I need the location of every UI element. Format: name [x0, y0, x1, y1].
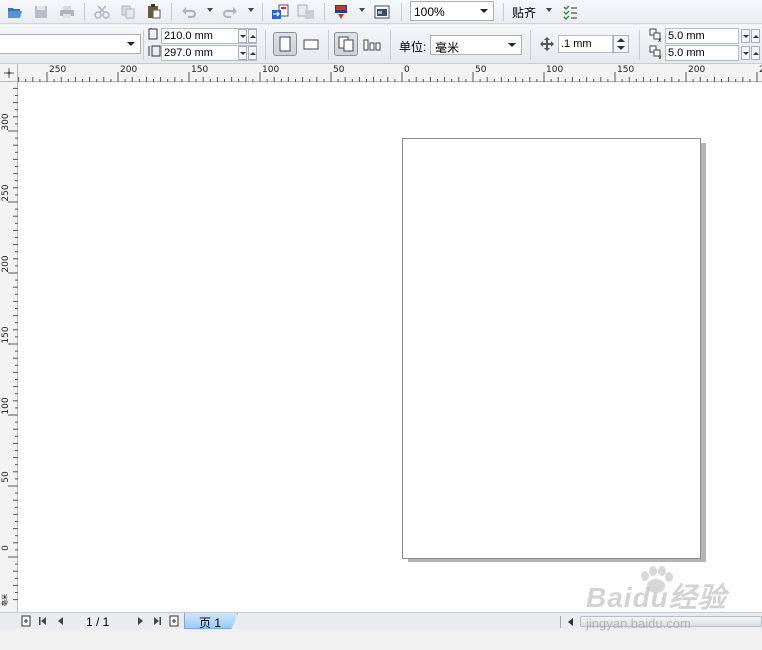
horizontal-ruler-label: 250	[49, 65, 67, 75]
paper-height-up[interactable]	[248, 46, 257, 60]
standard-toolbar: 100% 贴齐	[0, 0, 762, 24]
vertical-ruler-label: 300	[1, 113, 11, 131]
redo-icon[interactable]	[220, 2, 240, 21]
width-icon	[148, 28, 159, 43]
save-icon[interactable]	[31, 2, 51, 21]
duplicate-x-up[interactable]	[751, 29, 760, 43]
duplicate-y-up[interactable]	[751, 46, 760, 60]
nudge-distance-field[interactable]: .1 mm	[558, 35, 613, 53]
nudge-spinner[interactable]	[613, 35, 629, 53]
vertical-ruler-label: 50	[1, 471, 11, 483]
landscape-button[interactable]	[299, 32, 323, 56]
drawing-canvas[interactable]	[18, 83, 762, 612]
duplicate-distance-y-value: 5.0 mm	[668, 47, 705, 59]
horizontal-ruler-label: 0	[404, 65, 410, 75]
snap-options-icon[interactable]	[560, 2, 580, 21]
vertical-ruler-label: 150	[1, 326, 11, 344]
vertical-ruler-unit: 毫米	[2, 593, 9, 606]
application-launcher-icon[interactable]	[331, 2, 351, 21]
horizontal-ruler-label: 150	[617, 65, 635, 75]
horizontal-ruler-label: 100	[262, 65, 280, 75]
scroll-left-icon[interactable]	[564, 614, 578, 629]
duplicate-x-down[interactable]	[741, 29, 750, 43]
zoom-level-combo[interactable]: 100%	[410, 1, 494, 21]
horizontal-ruler-label: 150	[191, 65, 209, 75]
duplicate-distance-x-icon: x	[649, 28, 663, 45]
duplicate-distance-y-icon: y	[649, 45, 663, 62]
units-dropdown-arrow[interactable]	[505, 38, 519, 52]
snap-to-button-label[interactable]: 贴齐	[512, 4, 536, 21]
paper-size-dropdown-arrow[interactable]	[124, 37, 138, 51]
horizontal-ruler-label: 50	[333, 65, 345, 75]
previous-page-icon[interactable]	[54, 614, 68, 628]
duplicate-y-down[interactable]	[741, 46, 750, 60]
vertical-ruler-ticks	[8, 87, 18, 601]
horizontal-ruler[interactable]: 25020015010050050100150200250	[18, 64, 762, 82]
svg-text:y: y	[658, 54, 662, 59]
horizontal-ruler-label: 200	[688, 65, 706, 75]
vertical-ruler-label: 200	[1, 255, 11, 273]
height-icon	[147, 45, 161, 60]
svg-text:x: x	[658, 37, 662, 42]
print-icon[interactable]	[57, 2, 77, 21]
snap-dropdown-arrow[interactable]	[546, 8, 552, 12]
copy-icon[interactable]	[118, 2, 138, 21]
watermark-logo-text: Baidu经验	[586, 582, 727, 613]
duplicate-distance-x-value: 5.0 mm	[668, 30, 705, 42]
units-value: 毫米	[435, 41, 460, 55]
welcome-screen-icon[interactable]	[372, 2, 392, 21]
page-tab-1[interactable]: 页 1	[184, 613, 238, 629]
units-combo[interactable]: 毫米	[430, 35, 522, 55]
status-bar	[0, 629, 762, 650]
current-page-layout-button[interactable]	[360, 32, 384, 56]
drawing-page[interactable]	[402, 138, 701, 559]
nudge-distance-value: .1 mm	[561, 38, 592, 50]
paper-height-down[interactable]	[238, 46, 247, 60]
cut-icon[interactable]	[92, 2, 112, 21]
watermark-url: jingyan.baidu.com	[586, 616, 691, 631]
paste-icon[interactable]	[144, 2, 164, 21]
ruler-origin-corner[interactable]	[0, 64, 18, 82]
units-label: 单位:	[399, 40, 427, 54]
paper-height-value: 297.0 mm	[164, 47, 213, 59]
paper-width-down[interactable]	[238, 29, 247, 43]
zoom-level-value: 100%	[414, 5, 445, 19]
duplicate-distance-x-field[interactable]: 5.0 mm	[665, 28, 739, 44]
import-icon[interactable]	[270, 2, 290, 21]
vertical-ruler[interactable]: 300 250 200 150 100 50 0 毫米	[0, 82, 18, 612]
horizontal-ruler-label: 100	[546, 65, 564, 75]
paper-width-value: 210.0 mm	[164, 30, 213, 42]
open-icon[interactable]	[5, 2, 25, 21]
baidu-watermark: Baidu经验 jingyan.baidu.com	[586, 566, 762, 632]
add-page-before-icon[interactable]	[19, 614, 33, 628]
paper-size-combo[interactable]	[0, 34, 141, 54]
vertical-ruler-label: 0	[1, 545, 11, 551]
horizontal-ruler-label: 50	[475, 65, 487, 75]
next-page-icon[interactable]	[133, 614, 147, 628]
horizontal-ruler-label: 200	[120, 65, 138, 75]
all-pages-layout-button[interactable]	[334, 32, 358, 56]
last-page-icon[interactable]	[150, 614, 164, 628]
property-bar: 210.0 mm 297.0 mm	[0, 25, 762, 64]
export-icon[interactable]	[296, 2, 316, 21]
page-counter: 1 / 1	[86, 615, 110, 629]
duplicate-distance-y-field[interactable]: 5.0 mm	[665, 45, 739, 61]
portrait-button[interactable]	[273, 32, 297, 56]
nudge-icon	[540, 37, 554, 54]
zoom-dropdown-arrow[interactable]	[477, 4, 491, 18]
vertical-ruler-label: 100	[1, 397, 11, 415]
vertical-ruler-label: 250	[1, 184, 11, 202]
undo-icon[interactable]	[179, 2, 199, 21]
add-page-after-icon[interactable]	[167, 614, 181, 628]
paper-width-up[interactable]	[248, 29, 257, 43]
first-page-icon[interactable]	[36, 614, 50, 628]
